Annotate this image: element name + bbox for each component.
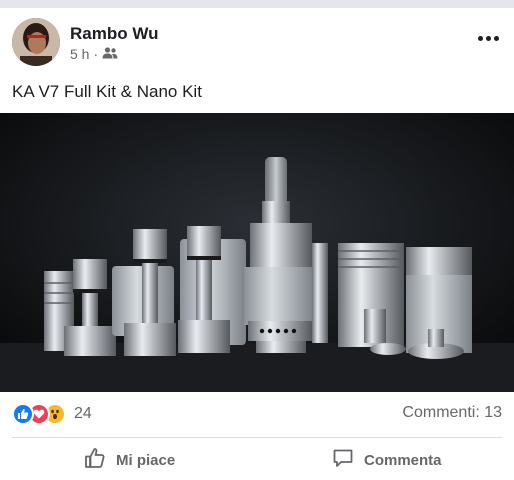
post-text: KA V7 Full Kit & Nano Kit	[12, 82, 202, 101]
meta-separator: ·	[93, 46, 99, 62]
dot	[485, 35, 491, 41]
reactions-bar[interactable]: 24	[12, 402, 92, 426]
comment-icon	[332, 447, 354, 473]
dot	[493, 35, 499, 41]
post-actions: Mi piace Commenta	[0, 446, 514, 474]
thumbs-up-icon	[84, 447, 106, 473]
post-time[interactable]: 5 h	[70, 46, 89, 62]
comment-label: Commenta	[364, 451, 442, 469]
more-options-button[interactable]	[474, 26, 502, 50]
like-button[interactable]: Mi piace	[84, 446, 175, 474]
post-header: Rambo Wu 5 h ·	[12, 18, 502, 68]
author-name[interactable]: Rambo Wu	[70, 24, 158, 44]
comments-count-link[interactable]: Commenti: 13	[402, 404, 502, 422]
friends-icon	[102, 46, 118, 62]
post-photo[interactable]	[0, 113, 514, 392]
reaction-count: 24	[74, 405, 92, 422]
dot	[477, 35, 483, 41]
comment-button[interactable]: Commenta	[332, 446, 442, 474]
like-label: Mi piace	[116, 451, 176, 469]
post-meta: 5 h ·	[70, 46, 118, 62]
actions-divider	[12, 437, 502, 438]
avatar[interactable]	[12, 18, 60, 66]
like-reaction-icon	[12, 403, 34, 425]
top-separator	[0, 0, 514, 8]
